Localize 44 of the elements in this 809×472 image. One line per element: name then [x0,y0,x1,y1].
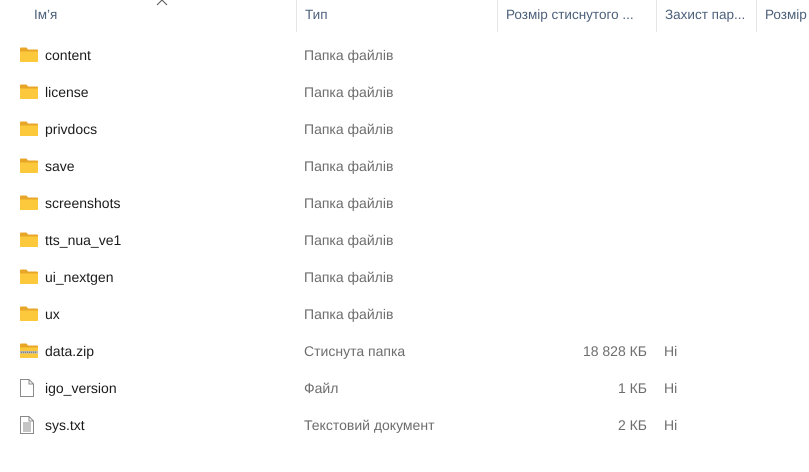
folder-icon [20,306,38,321]
file-type: Папка файлів [304,268,394,284]
file-name[interactable]: license [45,84,89,100]
file-type: Папка файлів [304,120,394,136]
file-name[interactable]: screenshots [45,194,120,210]
column-header[interactable]: Розмір [756,0,809,32]
folder-icon [20,195,38,210]
file-name[interactable]: tts_nua_ve1 [45,232,122,248]
file-name[interactable]: privdocs [45,120,98,136]
file-type: Папка файлів [304,158,394,174]
file-name[interactable]: data.zip [45,342,94,358]
folder-icon [20,121,38,136]
file-name[interactable]: ui_nextgen [45,268,114,284]
folder-icon [20,158,38,173]
file-icon [20,378,34,396]
file-type: Текстовий документ [304,416,434,432]
file-type: Файл [304,380,338,396]
folder-icon [20,47,38,62]
column-header[interactable]: Ім’я [0,0,296,32]
file-name[interactable]: save [45,158,75,174]
column-header[interactable]: Розмір стиснутого ... [497,0,656,32]
file-name[interactable]: content [45,46,91,62]
file-type: Папка файлів [304,194,394,210]
folder-icon [20,232,38,247]
file-type: Папка файлів [304,46,394,62]
file-name[interactable]: igo_version [45,380,117,396]
compressed-size: 18 828 КБ [582,342,647,358]
column-header[interactable]: Захист пар... [656,0,756,32]
folder-icon [20,84,38,99]
compressed-size: 1 КБ [618,380,647,396]
password-protected: Ні [664,380,678,396]
file-name[interactable]: ux [45,306,60,322]
text-document-icon [20,416,34,434]
zipped-folder-icon [20,343,38,358]
file-type: Стиснута папка [304,342,406,358]
file-name[interactable]: sys.txt [45,416,85,432]
file-type: Папка файлів [304,84,394,100]
folder-icon [20,269,38,284]
password-protected: Ні [664,416,678,432]
file-type: Папка файлів [304,306,394,322]
file-type: Папка файлів [304,232,394,248]
password-protected: Ні [664,342,678,358]
column-header[interactable]: Тип [296,0,497,32]
compressed-size: 2 КБ [618,416,647,432]
